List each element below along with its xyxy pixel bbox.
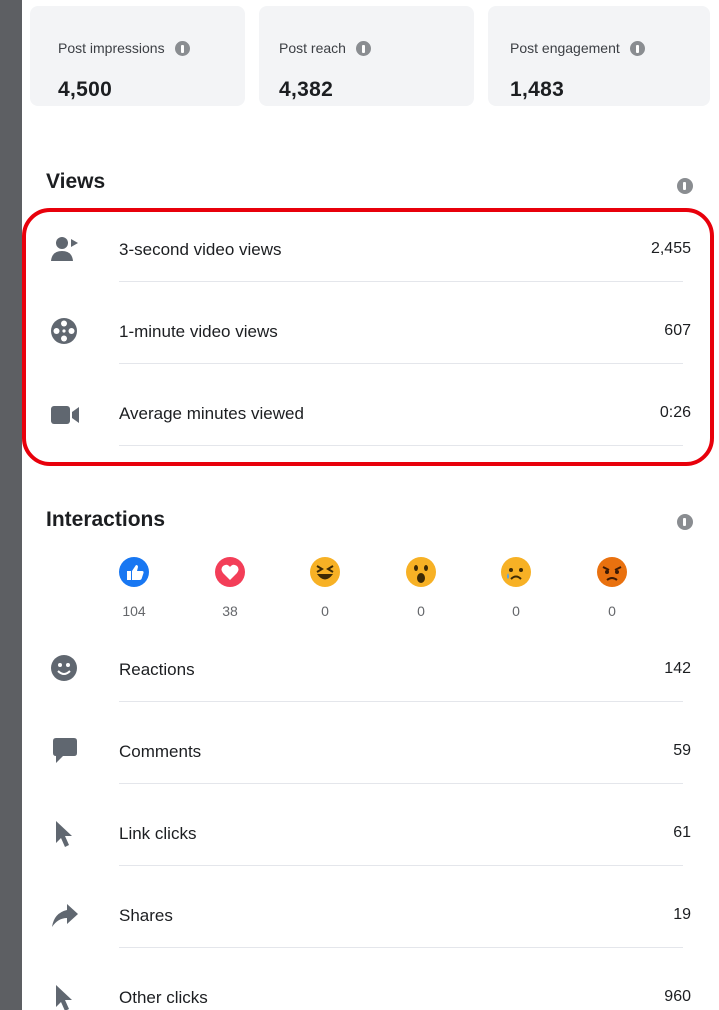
person-video-icon bbox=[50, 234, 80, 264]
row-value: 19 bbox=[673, 906, 691, 923]
reaction-sad: 0 bbox=[486, 555, 546, 619]
row-label: Average minutes viewed bbox=[119, 404, 304, 423]
divider bbox=[119, 947, 683, 948]
stat-card-engagement: Post engagement 1,483 bbox=[488, 6, 710, 106]
row-value: 0:26 bbox=[659, 404, 691, 421]
reaction-angry: 0 bbox=[582, 555, 642, 619]
info-icon[interactable] bbox=[677, 178, 693, 194]
row-label: 3-second video views bbox=[119, 240, 282, 259]
like-icon bbox=[117, 557, 151, 593]
reaction-love: 38 bbox=[200, 555, 260, 619]
video-camera-icon bbox=[50, 400, 80, 430]
reaction-count: 0 bbox=[321, 603, 329, 619]
cursor-icon bbox=[50, 983, 80, 1010]
row-value: 2,455 bbox=[650, 240, 691, 257]
reaction-count: 104 bbox=[122, 603, 146, 619]
divider bbox=[119, 445, 683, 446]
reaction-breakdown: 104 38 0 0 0 0 bbox=[22, 555, 719, 625]
list-item-reactions[interactable]: Reactions 142 bbox=[46, 640, 691, 720]
row-value: 59 bbox=[673, 742, 691, 759]
row-value: 607 bbox=[664, 322, 691, 339]
reaction-count: 0 bbox=[417, 603, 425, 619]
stat-label: Post engagement bbox=[510, 40, 620, 56]
stat-value: 4,500 bbox=[58, 78, 113, 101]
summary-stats: Post impressions 4,500 Post reach 4,382 … bbox=[22, 0, 719, 120]
reaction-count: 0 bbox=[512, 603, 520, 619]
heart-icon bbox=[213, 557, 247, 593]
list-item-1-minute-views[interactable]: 1-minute video views 607 bbox=[46, 304, 691, 384]
info-icon[interactable] bbox=[174, 40, 190, 56]
list-item-link-clicks[interactable]: Link clicks 61 bbox=[46, 804, 691, 884]
info-icon[interactable] bbox=[355, 40, 371, 56]
divider bbox=[119, 701, 683, 702]
post-insights-panel: Post impressions 4,500 Post reach 4,382 … bbox=[22, 0, 719, 1010]
reaction-count: 0 bbox=[608, 603, 616, 619]
laughing-face-icon bbox=[308, 557, 342, 593]
list-item-3-second-views[interactable]: 3-second video views 2,455 bbox=[46, 222, 691, 302]
divider bbox=[119, 783, 683, 784]
row-value: 960 bbox=[664, 988, 691, 1005]
list-item-average-minutes[interactable]: Average minutes viewed 0:26 bbox=[46, 386, 691, 466]
views-heading: Views bbox=[46, 170, 106, 193]
stat-value: 4,382 bbox=[279, 78, 334, 101]
share-arrow-icon bbox=[50, 901, 80, 931]
row-label: Link clicks bbox=[119, 824, 197, 843]
sad-face-icon bbox=[499, 557, 533, 593]
stat-card-reach: Post reach 4,382 bbox=[259, 6, 474, 106]
stat-label: Post reach bbox=[279, 40, 346, 56]
row-label: Other clicks bbox=[119, 988, 208, 1007]
divider bbox=[119, 363, 683, 364]
stat-card-impressions: Post impressions 4,500 bbox=[30, 6, 245, 106]
row-value: 142 bbox=[664, 660, 691, 677]
row-label: Shares bbox=[119, 906, 173, 925]
angry-face-icon bbox=[595, 557, 629, 593]
row-label: 1-minute video views bbox=[119, 322, 278, 341]
film-reel-icon bbox=[50, 317, 80, 347]
stat-label: Post impressions bbox=[58, 40, 165, 56]
reaction-wow: 0 bbox=[391, 555, 451, 619]
row-label: Reactions bbox=[119, 660, 195, 679]
interactions-heading: Interactions bbox=[46, 508, 166, 531]
reaction-haha: 0 bbox=[295, 555, 355, 619]
list-item-shares[interactable]: Shares 19 bbox=[46, 886, 691, 966]
list-item-other-clicks[interactable]: Other clicks 960 bbox=[46, 968, 691, 1010]
divider bbox=[119, 281, 683, 282]
row-value: 61 bbox=[673, 824, 691, 841]
reaction-like: 104 bbox=[104, 555, 164, 619]
info-icon[interactable] bbox=[677, 514, 693, 530]
row-label: Comments bbox=[119, 742, 202, 761]
reaction-count: 38 bbox=[222, 603, 238, 619]
info-icon[interactable] bbox=[629, 40, 645, 56]
comment-bubble-icon bbox=[50, 736, 80, 766]
list-item-comments[interactable]: Comments 59 bbox=[46, 722, 691, 802]
surprised-face-icon bbox=[404, 557, 438, 593]
stat-value: 1,483 bbox=[510, 78, 565, 101]
divider bbox=[119, 865, 683, 866]
cursor-icon bbox=[50, 819, 80, 849]
smiley-icon bbox=[50, 654, 80, 684]
